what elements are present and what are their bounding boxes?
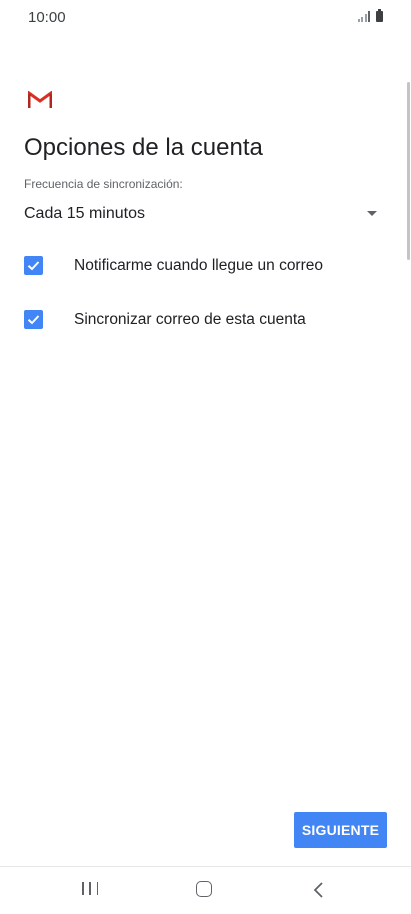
status-time: 10:00 — [28, 9, 66, 26]
recent-apps-icon[interactable] — [80, 882, 100, 898]
navigation-bar — [0, 866, 411, 914]
signal-icon — [357, 11, 370, 22]
gmail-logo-icon — [28, 91, 52, 108]
sync-mail-option-row[interactable]: Sincronizar correo de esta cuenta — [24, 306, 387, 336]
sync-mail-checkbox[interactable] — [24, 310, 43, 329]
check-icon — [27, 315, 40, 325]
sync-frequency-label: Frecuencia de sincronización: — [24, 177, 183, 191]
status-bar: 10:00 — [0, 0, 411, 36]
scrollbar[interactable] — [407, 82, 410, 260]
notify-option-label: Notificarme cuando llegue un correo — [74, 257, 323, 274]
battery-icon — [376, 9, 383, 22]
dropdown-arrow-icon — [367, 211, 377, 216]
sync-frequency-value: Cada 15 minutos — [24, 205, 145, 222]
page-title: Opciones de la cuenta — [24, 134, 263, 161]
check-icon — [27, 261, 40, 271]
status-icons — [357, 9, 383, 22]
next-button[interactable]: SIGUIENTE — [294, 812, 387, 848]
notify-checkbox[interactable] — [24, 256, 43, 275]
back-icon[interactable] — [312, 881, 326, 899]
home-icon[interactable] — [196, 881, 212, 897]
sync-mail-option-label: Sincronizar correo de esta cuenta — [74, 311, 306, 328]
notify-option-row[interactable]: Notificarme cuando llegue un correo — [24, 252, 387, 282]
sync-frequency-dropdown[interactable]: Cada 15 minutos — [24, 200, 387, 230]
